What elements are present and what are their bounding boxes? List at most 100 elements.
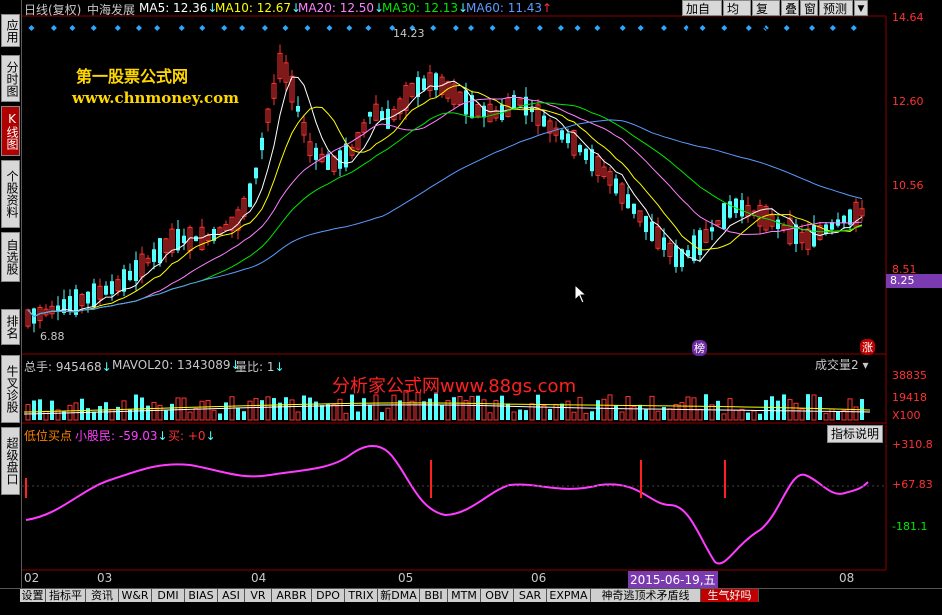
volume-bar <box>601 398 607 421</box>
add-watchlist-button[interactable]: 加自选 <box>682 0 722 32</box>
volume-bar <box>787 399 793 421</box>
volume-bar <box>308 397 312 420</box>
bottom-tab-16[interactable]: EXPMA <box>547 589 591 602</box>
bottom-tab-13[interactable]: MTM <box>448 589 481 602</box>
info-diamond-icon <box>346 25 353 31</box>
bottom-tab-1[interactable]: 指标平台 <box>46 589 86 615</box>
bottom-tab-11[interactable]: 新DMA <box>378 589 420 602</box>
indicator-help-button[interactable]: 指标说明 <box>827 425 884 443</box>
info-diamond-icon <box>783 25 790 31</box>
volume-bar <box>98 406 102 420</box>
candle-body <box>692 235 696 261</box>
volume-bar <box>116 406 120 420</box>
volume-bar <box>853 406 859 421</box>
volume-bar <box>571 411 577 421</box>
info-diamond-icon <box>135 25 142 31</box>
volume-bar <box>289 399 295 421</box>
info-diamond-icon <box>221 25 228 31</box>
bottom-tab-5[interactable]: BIAS <box>185 589 218 602</box>
ma60-line <box>27 119 863 318</box>
info-diamond-icon <box>829 25 836 31</box>
volume-bar <box>157 404 163 421</box>
volume-bar <box>823 412 829 421</box>
price-axis-mid1: 12.60 <box>892 95 924 108</box>
indicator-axis-bottom: -181.1 <box>892 520 928 533</box>
candle-body <box>314 147 318 160</box>
volume-bar <box>583 412 589 421</box>
info-diamond-icon <box>114 25 121 31</box>
bottom-tab-3[interactable]: W&R <box>119 589 152 602</box>
candle-body <box>194 236 198 242</box>
overlay-button[interactable]: 叠 <box>781 0 799 16</box>
candle-body <box>734 198 738 214</box>
volume-bar <box>409 400 415 421</box>
bottom-tab-9[interactable]: DPO <box>312 589 345 602</box>
volume-bar <box>265 396 271 421</box>
volume-bar <box>32 400 36 420</box>
x-axis-label-aug: 08 <box>839 571 855 585</box>
bottom-tab-6[interactable]: ASI <box>218 589 245 602</box>
volume-bar <box>236 408 240 420</box>
current-price-marker: 8.25 <box>886 274 942 288</box>
info-diamond-icon <box>261 25 268 31</box>
info-diamond-icon <box>574 25 581 31</box>
candle-body <box>674 245 678 267</box>
info-diamond-icon <box>489 25 496 31</box>
volume-bar <box>793 402 799 421</box>
stock-name: 中海发展 <box>87 3 136 17</box>
volume-bar <box>782 394 786 420</box>
restore-button[interactable]: 复权 <box>752 0 780 32</box>
candle-body <box>422 78 426 91</box>
volume-bar <box>362 398 366 420</box>
ma-line-button[interactable]: 均线 <box>723 0 751 32</box>
volume-bar <box>476 395 480 420</box>
info-diamond-icon <box>50 25 57 31</box>
bottom-tab-17[interactable]: 神奇逃顶术矛盾线 <box>591 589 701 602</box>
volume-bar <box>565 400 571 421</box>
candle-body <box>728 201 732 218</box>
bottom-tab-8[interactable]: ARBR <box>272 589 312 602</box>
volume-bar <box>607 394 613 421</box>
info-diamond-icon <box>557 25 564 31</box>
zhang-marker[interactable]: 涨 <box>860 339 875 355</box>
window-button[interactable]: 窗 <box>800 0 818 16</box>
bottom-tab-12[interactable]: BBI <box>420 589 448 602</box>
info-diamond-icon <box>178 25 185 31</box>
info-diamond-icon <box>809 25 816 31</box>
volume-bar <box>751 410 757 421</box>
bottom-tab-2[interactable]: 资讯 <box>86 589 119 602</box>
volume-bar <box>638 404 642 420</box>
candle-body <box>296 106 300 112</box>
toolbar-dropdown-icon[interactable]: ▼ <box>854 0 868 16</box>
info-diamond-icon <box>468 25 475 31</box>
candle-body <box>104 285 108 295</box>
x-axis-label-apr: 04 <box>251 571 267 585</box>
ma5-label: MA5: 12.36↓ <box>139 1 218 15</box>
low-price-label: 6.88 <box>40 330 65 343</box>
ma60-label: MA60: 11.43↑ <box>466 1 553 15</box>
volume-total-label: 总手: 945468↓ <box>24 360 112 374</box>
info-diamond-icon <box>365 25 372 31</box>
bottom-tab-10[interactable]: TRIX <box>345 589 378 602</box>
volume-bar <box>685 396 691 421</box>
bottom-tab-18[interactable]: 生气好吗 <box>701 589 759 602</box>
volume-indicator-select[interactable]: 成交量2 ▾ <box>815 357 885 373</box>
ma10-label: MA10: 12.67↓ <box>215 1 302 15</box>
bottom-tab-14[interactable]: OBV <box>481 589 514 602</box>
bottom-tab-0[interactable]: 设置 <box>20 589 46 602</box>
info-diamond-icon <box>637 25 644 31</box>
candle-body <box>812 225 816 247</box>
candle-body <box>368 112 372 117</box>
bottom-tab-15[interactable]: SAR <box>514 589 547 602</box>
forecast-button[interactable]: 预测 <box>819 0 853 16</box>
volume-bar <box>457 395 463 421</box>
bottom-tab-7[interactable]: VR <box>245 589 272 602</box>
bottom-tab-4[interactable]: DMI <box>152 589 185 602</box>
candle-body <box>842 215 846 224</box>
volume-bar <box>187 411 193 421</box>
volume-bar <box>380 412 384 420</box>
candle-body <box>614 178 618 194</box>
volume-bar <box>596 400 600 420</box>
bang-marker[interactable]: 榜 <box>692 340 707 356</box>
volume-bar <box>80 398 84 420</box>
